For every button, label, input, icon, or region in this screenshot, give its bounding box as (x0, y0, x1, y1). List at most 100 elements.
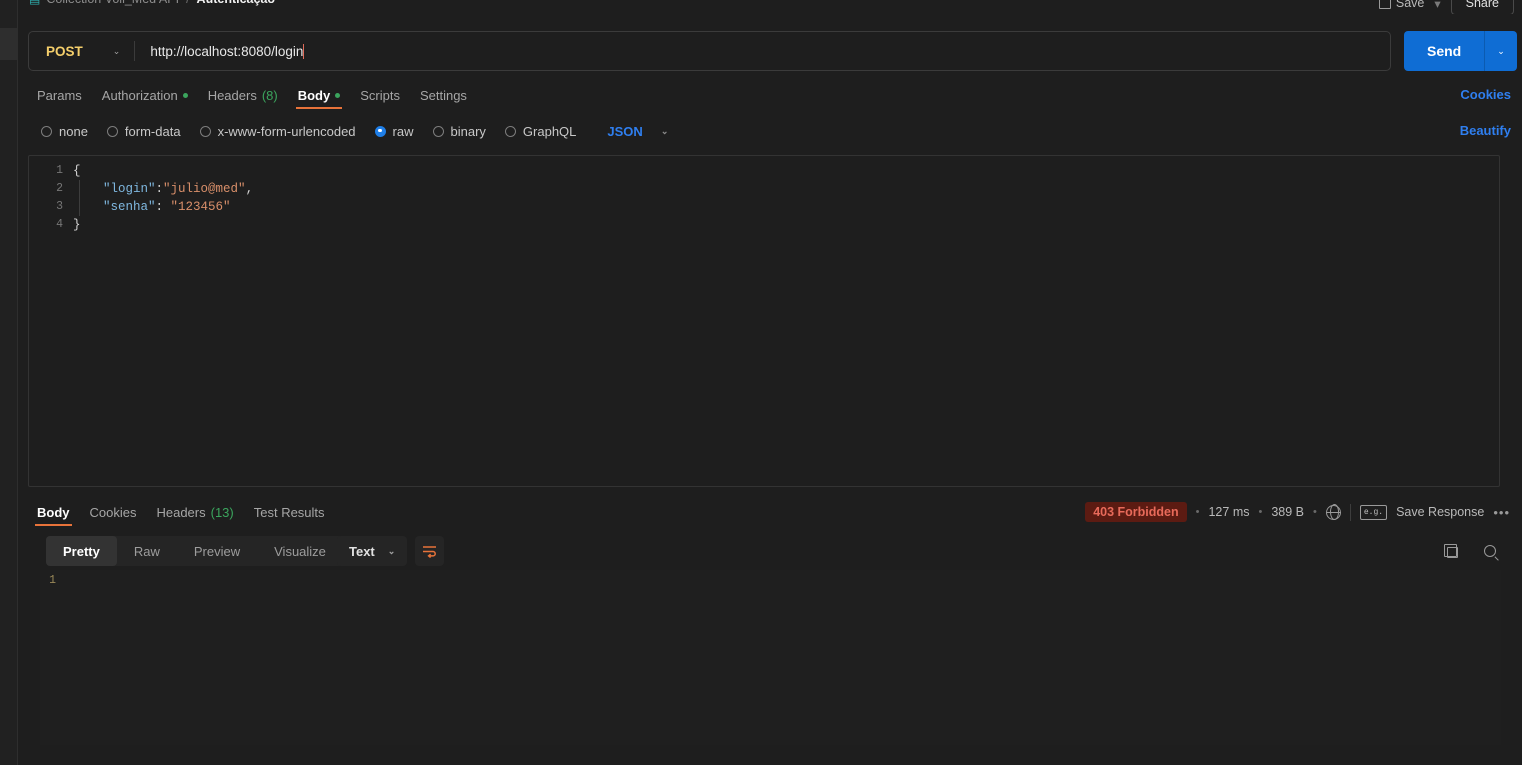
response-tab-body[interactable]: Body (27, 499, 80, 526)
radio-icon (432, 125, 444, 137)
main-panel: ▤ Collection Voll_Med API / Autenticação… (19, 0, 1522, 765)
response-view-pretty[interactable]: Pretty (46, 536, 117, 566)
save-response-button[interactable]: Save Response (1396, 505, 1484, 519)
copy-icon[interactable] (1444, 544, 1458, 558)
tab-label: Scripts (360, 88, 400, 103)
response-tab-cookies[interactable]: Cookies (80, 499, 147, 526)
rail-active-item[interactable] (0, 28, 18, 60)
code-line: 2 "login":"julio@med", (29, 180, 1499, 198)
tab-label: Cookies (89, 504, 137, 520)
breadcrumb-collection[interactable]: Collection Voll_Med API (46, 0, 179, 6)
meta-separator-dot: • (1313, 506, 1317, 518)
raw-format-label: JSON (607, 123, 643, 139)
cookies-link[interactable]: Cookies (1460, 87, 1511, 102)
response-time: 127 ms (1208, 505, 1250, 519)
url-row: POST ⌄ http://localhost:8080/login Send … (28, 31, 1522, 71)
body-type-row: none form-data x-www-form-urlencoded raw… (19, 118, 1522, 144)
more-options-icon[interactable]: ••• (1493, 505, 1510, 520)
response-tab-headers[interactable]: Headers (13) (146, 499, 243, 526)
response-view-raw[interactable]: Raw (117, 536, 177, 566)
meta-separator-dot: • (1258, 506, 1263, 518)
line-number: 1 (49, 573, 56, 587)
code-text: } (73, 218, 81, 232)
body-type-urlencoded[interactable]: x-www-form-urlencoded (199, 123, 356, 139)
breadcrumb[interactable]: ▤ Collection Voll_Med API / Autenticação (29, 0, 275, 6)
save-button[interactable]: Save (1378, 0, 1425, 10)
request-code[interactable]: 1 { 2 "login":"julio@med", 3 "senha": "1… (29, 156, 1499, 234)
response-body[interactable]: 1 (40, 570, 1501, 745)
request-tab-body[interactable]: Body (288, 82, 351, 109)
request-tab-authorization[interactable]: Authorization (92, 82, 198, 109)
chevron-down-icon: ⌄ (387, 545, 396, 556)
code-line: 4 } (29, 216, 1499, 234)
request-tab-settings[interactable]: Settings (410, 82, 477, 109)
code-line: 1 { (29, 162, 1499, 180)
response-tab-test-results[interactable]: Test Results (244, 499, 335, 526)
body-type-graphql[interactable]: GraphQL (504, 124, 576, 139)
response-tabs: Body Cookies Headers (13) Test Results 4… (19, 498, 1522, 526)
radio-label: binary (450, 123, 486, 139)
body-type-form-data[interactable]: form-data (106, 123, 181, 139)
save-button-label: Save (1395, 0, 1425, 10)
tab-label: Headers (156, 504, 206, 520)
chevron-down-icon: ⌄ (660, 125, 669, 136)
text-caret (303, 43, 305, 59)
status-dot-icon (335, 93, 341, 98)
raw-format-selector[interactable]: JSON ⌄ (607, 124, 668, 139)
response-format-selector[interactable]: Text ⌄ (337, 536, 408, 566)
search-icon[interactable] (1484, 545, 1496, 557)
status-badge: 403 Forbidden (1085, 502, 1187, 522)
method-selector[interactable]: POST ⌄ (29, 32, 134, 70)
breadcrumb-separator: / (186, 0, 189, 6)
line-number: 4 (56, 218, 63, 231)
beautify-link[interactable]: Beautify (1460, 123, 1511, 138)
tab-label: Headers (207, 88, 257, 103)
share-button[interactable]: Share (1450, 0, 1514, 14)
request-tab-params[interactable]: Params (27, 82, 92, 109)
word-wrap-button[interactable] (415, 536, 444, 566)
meta-separator-dot: • (1195, 506, 1200, 518)
request-tab-headers[interactable]: Headers (8) (198, 82, 288, 109)
radio-icon (41, 125, 52, 137)
request-body-editor[interactable]: 1 { 2 "login":"julio@med", 3 "senha": "1… (28, 155, 1500, 487)
meta-divider (1349, 503, 1351, 521)
save-caret-icon[interactable]: ▾ (1434, 0, 1440, 11)
request-tabs: Params Authorization Headers (8) Body Sc… (19, 82, 1522, 109)
body-type-binary[interactable]: binary (432, 123, 486, 139)
send-button[interactable]: Send (1404, 31, 1485, 71)
tab-label: Params (37, 88, 82, 103)
tab-label: Settings (419, 88, 467, 103)
tab-label: Body (297, 88, 331, 103)
radio-label: raw (392, 123, 414, 139)
tab-label: Authorization (101, 88, 178, 103)
radio-icon (106, 125, 118, 137)
radio-label: form-data (124, 123, 181, 139)
line-number: 2 (56, 182, 63, 195)
line-number: 1 (56, 164, 63, 177)
tab-count: (13) (210, 504, 234, 520)
line-number: 3 (56, 200, 63, 213)
breadcrumb-bar: ▤ Collection Voll_Med API / Autenticação… (19, 0, 1522, 14)
radio-label: x-www-form-urlencoded (217, 123, 356, 139)
response-size: 389 B (1271, 505, 1305, 519)
response-view-visualize[interactable]: Visualize (257, 536, 343, 566)
response-view-segmented: Pretty Raw Preview Visualize (46, 536, 343, 566)
left-rail[interactable] (0, 0, 18, 765)
word-wrap-icon (423, 545, 436, 558)
send-options-chevron-down-icon[interactable]: ⌄ (1485, 31, 1517, 71)
response-view-preview[interactable]: Preview (177, 536, 257, 566)
breadcrumb-current: Autenticação (197, 0, 276, 6)
request-tab-scripts[interactable]: Scripts (350, 82, 410, 109)
globe-icon[interactable] (1325, 504, 1342, 520)
method-label: POST (46, 43, 83, 59)
url-input[interactable]: http://localhost:8080/login (135, 43, 1390, 59)
body-type-raw[interactable]: raw (374, 123, 414, 139)
save-response-icon: e.g. (1359, 504, 1388, 520)
tab-label: Body (37, 504, 70, 520)
body-type-none[interactable]: none (41, 124, 88, 139)
radio-label: none (59, 123, 88, 139)
status-dot-icon (182, 93, 188, 98)
url-text: http://localhost:8080/login (150, 43, 304, 59)
code-line: 3 "senha": "123456" (29, 198, 1499, 216)
code-text: { (73, 164, 81, 178)
